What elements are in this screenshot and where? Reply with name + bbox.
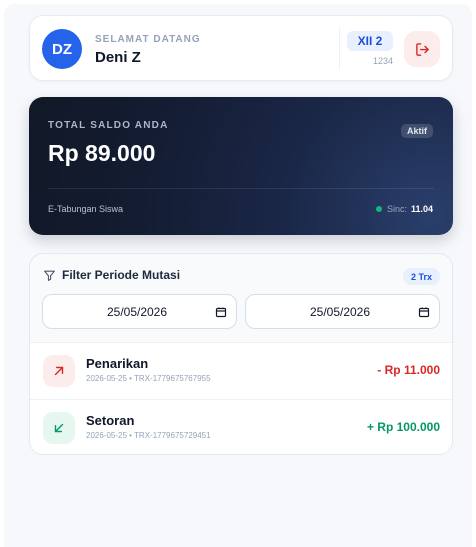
transaction-amount: + Rp 100.000 — [366, 420, 440, 434]
transaction-date: 2026-05-25 — [86, 431, 127, 440]
sync-time: 11.04 — [410, 204, 433, 214]
transaction-date: 2026-05-25 — [86, 374, 127, 383]
transaction-list: Penarikan 2026-05-25 • TRX-1779675767955… — [30, 342, 452, 454]
status-badge: Aktif — [401, 124, 433, 138]
avatar: DZ — [42, 29, 82, 69]
welcome-label: SELAMAT DATANG — [95, 34, 201, 45]
start-date-value: 25/05/2026 — [106, 304, 168, 319]
withdrawal-icon-box — [43, 355, 75, 387]
list-item[interactable]: Setoran 2026-05-25 • TRX-1779675729451 +… — [30, 400, 452, 454]
transaction-meta: 2026-05-25 • TRX-1779675767955 — [86, 374, 211, 383]
transaction-type: Penarikan — [86, 356, 149, 371]
balance-divider — [48, 188, 434, 189]
header-divider — [339, 28, 340, 70]
calendar-icon[interactable] — [418, 306, 430, 318]
end-date-input[interactable]: 25/05/2026 — [245, 294, 440, 329]
start-date-input[interactable]: 25/05/2026 — [42, 294, 237, 329]
user-name: Deni Z — [95, 49, 141, 66]
class-code: 1234 — [372, 56, 393, 66]
transaction-ref: TRX-1779675767955 — [134, 374, 211, 383]
app-container: DZ SELAMAT DATANG Deni Z XII 2 1234 TOTA… — [4, 4, 472, 547]
arrow-down-left-icon — [54, 423, 64, 433]
deposit-icon-box — [43, 412, 75, 444]
logout-icon — [415, 42, 429, 56]
end-date-value: 25/05/2026 — [309, 304, 371, 319]
filter-header: Filter Periode Mutasi — [43, 268, 180, 282]
balance-label: TOTAL SALDO ANDA — [48, 120, 169, 131]
arrow-up-right-icon — [54, 366, 64, 376]
filter-title: Filter Periode Mutasi — [62, 268, 181, 282]
mutation-filter-card: Filter Periode Mutasi 2 Trx 25/05/2026 2… — [29, 253, 453, 455]
balance-amount: Rp 89.000 — [48, 140, 156, 166]
sync-label: Sinc: — [386, 204, 407, 214]
transaction-type: Setoran — [86, 413, 135, 428]
sync-status: Sinc: 11.04 — [375, 204, 433, 214]
logout-button[interactable] — [404, 31, 440, 67]
user-header-card: DZ SELAMAT DATANG Deni Z XII 2 1234 — [29, 15, 453, 81]
transaction-amount: - Rp 11.000 — [377, 363, 440, 377]
class-badge: XII 2 — [347, 31, 393, 51]
transaction-ref: TRX-1779675729451 — [134, 431, 211, 440]
calendar-icon[interactable] — [215, 306, 227, 318]
balance-footer-label: E-Tabungan Siswa — [48, 204, 124, 214]
balance-card: TOTAL SALDO ANDA Rp 89.000 Aktif E-Tabun… — [29, 97, 453, 235]
sync-dot-icon — [375, 206, 382, 212]
transaction-meta: 2026-05-25 • TRX-1779675729451 — [86, 431, 211, 440]
transaction-count-badge: 2 Trx — [402, 268, 440, 285]
filter-icon — [44, 270, 55, 281]
list-item[interactable]: Penarikan 2026-05-25 • TRX-1779675767955… — [30, 343, 452, 400]
